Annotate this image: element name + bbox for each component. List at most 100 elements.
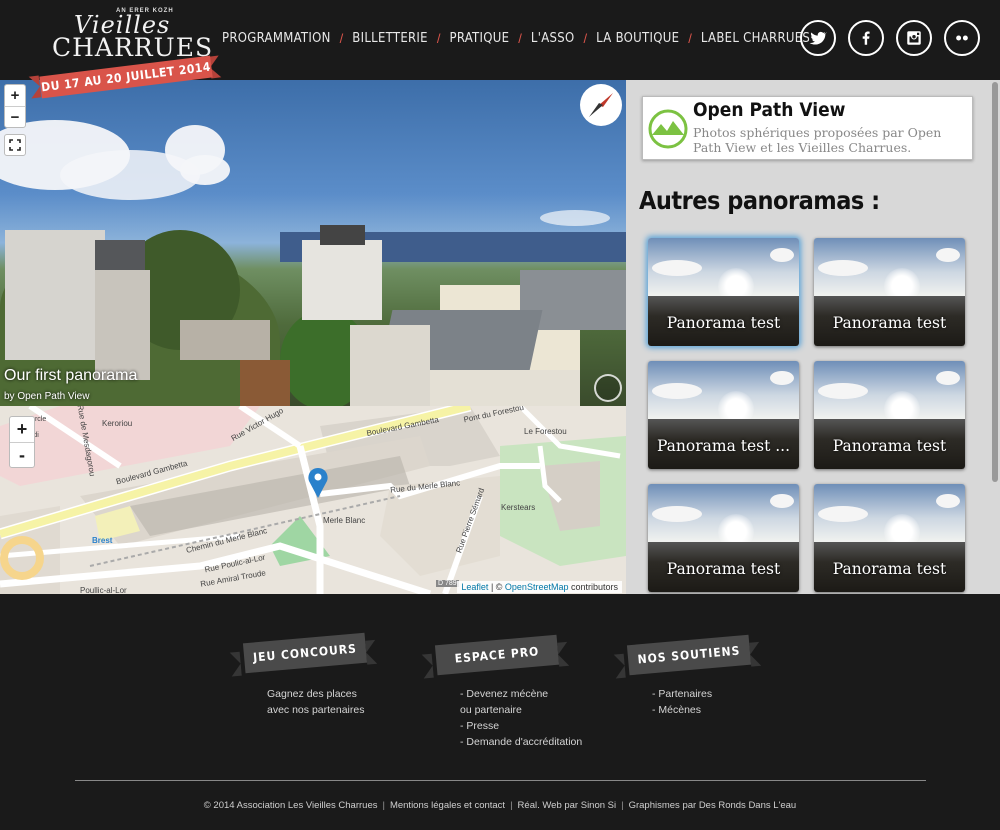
copyright-text: © 2014 Association Les Vieilles Charrues: [203, 800, 378, 811]
thumb-label: Panorama test: [832, 437, 947, 455]
thumb-cloud: [936, 248, 960, 262]
nav-item-boutique[interactable]: LA BOUTIQUE: [596, 31, 679, 46]
footer-link[interactable]: - Presse: [460, 718, 582, 734]
thumb-cloud: [818, 383, 868, 399]
panorama-viewer[interactable]: + − Our first panorama by Open Path View: [0, 80, 626, 406]
nav-separator: /: [688, 31, 692, 46]
thumb-label: Panorama test: [832, 314, 947, 332]
map-label-merle-blanc: Merle Blanc: [323, 516, 366, 525]
footer-column-espace-pro: - Devenez mécène ou partenaire - Presse …: [460, 686, 582, 750]
banner-label: ESPACE PRO: [434, 634, 560, 676]
house: [95, 270, 150, 380]
compass-button[interactable]: [580, 84, 622, 126]
legal-link[interactable]: Mentions légales et contact: [390, 800, 505, 811]
thumb-cloud: [652, 506, 702, 522]
footer-link[interactable]: avec nos partenaires: [267, 702, 364, 718]
banner-label: JEU CONCOURS: [242, 632, 368, 674]
fullscreen-icon: [9, 139, 21, 151]
festival-logo[interactable]: AN ERER KOZH Vieilles CHARRUES DU 17 AU …: [28, 4, 222, 104]
map-label-le-forestou: Le Forestou: [524, 427, 567, 436]
cloud: [540, 210, 610, 226]
graphics-credit-link[interactable]: Graphismes par Des Ronds Dans L'eau: [629, 800, 797, 811]
panorama-author: by Open Path View: [4, 391, 90, 402]
footer-link[interactable]: - Partenaires: [652, 686, 712, 702]
thumb-label: Panorama test ...: [656, 437, 791, 455]
house: [5, 230, 105, 360]
pano-zoom-in-button[interactable]: +: [5, 85, 25, 106]
footer-link[interactable]: Gagnez des places: [267, 686, 364, 702]
map-label-keroriou: Keroriou: [102, 419, 133, 428]
panorama-thumbnail[interactable]: Panorama test: [814, 238, 965, 346]
banner-tail: [421, 653, 434, 679]
map-attribution: Leaflet | © OpenStreetMap contributors: [457, 581, 622, 593]
openpathview-description: Photos sphériques proposées par Open Pat…: [693, 125, 942, 155]
nav-separator: /: [583, 31, 588, 46]
compass-icon: [589, 93, 613, 117]
festival-dates-ribbon: DU 17 AU 20 JUILLET 2014: [39, 55, 213, 99]
site-header: AN ERER KOZH Vieilles CHARRUES DU 17 AU …: [0, 0, 1000, 99]
panorama-thumbnail[interactable]: Panorama test ...: [648, 361, 799, 469]
cloud: [180, 155, 230, 185]
map-label-poullic: Poullic-al-Lor: [80, 586, 127, 594]
map-zoom-out-button[interactable]: -: [10, 442, 34, 467]
panorama-thumbnail[interactable]: Panorama test: [648, 238, 799, 346]
footer-column-nos-soutiens: - Partenaires - Mécènes: [652, 686, 712, 718]
thumb-cloud: [652, 260, 702, 276]
attribution-separator: | ©: [488, 582, 505, 592]
banner-tail: [557, 641, 570, 667]
attribution-contributors: contributors: [568, 582, 618, 592]
openpathview-watermark-icon: [594, 374, 622, 402]
nav-item-label-charrues[interactable]: LABEL CHARRUES: [701, 31, 810, 46]
sidebar-scrollbar[interactable]: [992, 82, 998, 482]
footer-column-jeu-concours: Gagnez des places avec nos partenaires: [267, 686, 364, 718]
panorama-title: Our first panorama: [4, 367, 138, 384]
credit-separator: |: [621, 800, 624, 811]
thumb-cloud: [818, 260, 868, 276]
nav-item-programmation[interactable]: PROGRAMMATION: [222, 31, 331, 46]
pano-zoom-control: + −: [4, 84, 26, 128]
nav-separator: /: [339, 31, 344, 46]
leaflet-link[interactable]: Leaflet: [461, 582, 488, 592]
openpathview-card[interactable]: Open Path View Photos sphériques proposé…: [642, 96, 973, 160]
panorama-thumbnail[interactable]: Panorama test: [814, 361, 965, 469]
nav-separator: /: [518, 31, 522, 46]
map-zoom-control: + -: [9, 416, 35, 468]
thumb-label: Panorama test: [666, 560, 781, 578]
nav-item-pratique[interactable]: PRATIQUE: [450, 31, 510, 46]
banner-jeu-concours[interactable]: JEU CONCOURS: [229, 632, 381, 677]
footer-link[interactable]: ou partenaire: [460, 702, 582, 718]
credit-separator: |: [382, 800, 385, 811]
banner-tail: [365, 639, 378, 665]
banner-label: NOS SOUTIENS: [626, 634, 752, 676]
openstreetmap-link[interactable]: OpenStreetMap: [505, 582, 569, 592]
credit-separator: |: [510, 800, 513, 811]
footer-link[interactable]: - Mécènes: [652, 702, 712, 718]
nav-item-asso[interactable]: L'ASSO: [531, 31, 575, 46]
panorama-sidebar: Open Path View Photos sphériques proposé…: [626, 80, 1000, 594]
instagram-icon[interactable]: [896, 20, 932, 56]
web-credit-link[interactable]: Réal. Web par Sinon Si: [518, 800, 617, 811]
map-zoom-in-button[interactable]: +: [10, 417, 34, 442]
flickr-icon[interactable]: [944, 20, 980, 56]
thumb-cloud: [936, 494, 960, 508]
twitter-icon[interactable]: [800, 20, 836, 56]
footer-link[interactable]: - Devenez mécène: [460, 686, 582, 702]
facebook-icon[interactable]: [848, 20, 884, 56]
nav-item-billetterie[interactable]: BILLETTERIE: [352, 31, 428, 46]
thumb-cloud: [770, 371, 794, 385]
thumb-cloud: [652, 383, 702, 399]
panorama-thumbnail[interactable]: Panorama test: [648, 484, 799, 592]
banner-espace-pro[interactable]: ESPACE PRO: [421, 634, 573, 679]
house: [180, 320, 270, 360]
thumb-cloud: [936, 371, 960, 385]
banner-nos-soutiens[interactable]: NOS SOUTIENS: [613, 634, 765, 679]
other-panoramas-heading: Autres panoramas :: [639, 186, 880, 215]
street-map[interactable]: + - Keroriou Le Forestou Kerstears Merle…: [0, 406, 626, 594]
pano-zoom-out-button[interactable]: −: [5, 106, 25, 127]
thumb-cloud: [770, 494, 794, 508]
site-footer: JEU CONCOURS Gagnez des places avec nos …: [0, 594, 1000, 830]
openpathview-title: Open Path View: [693, 99, 846, 121]
fullscreen-button[interactable]: [4, 134, 26, 156]
footer-link[interactable]: - Demande d'accréditation: [460, 734, 582, 750]
panorama-thumbnail[interactable]: Panorama test: [814, 484, 965, 592]
